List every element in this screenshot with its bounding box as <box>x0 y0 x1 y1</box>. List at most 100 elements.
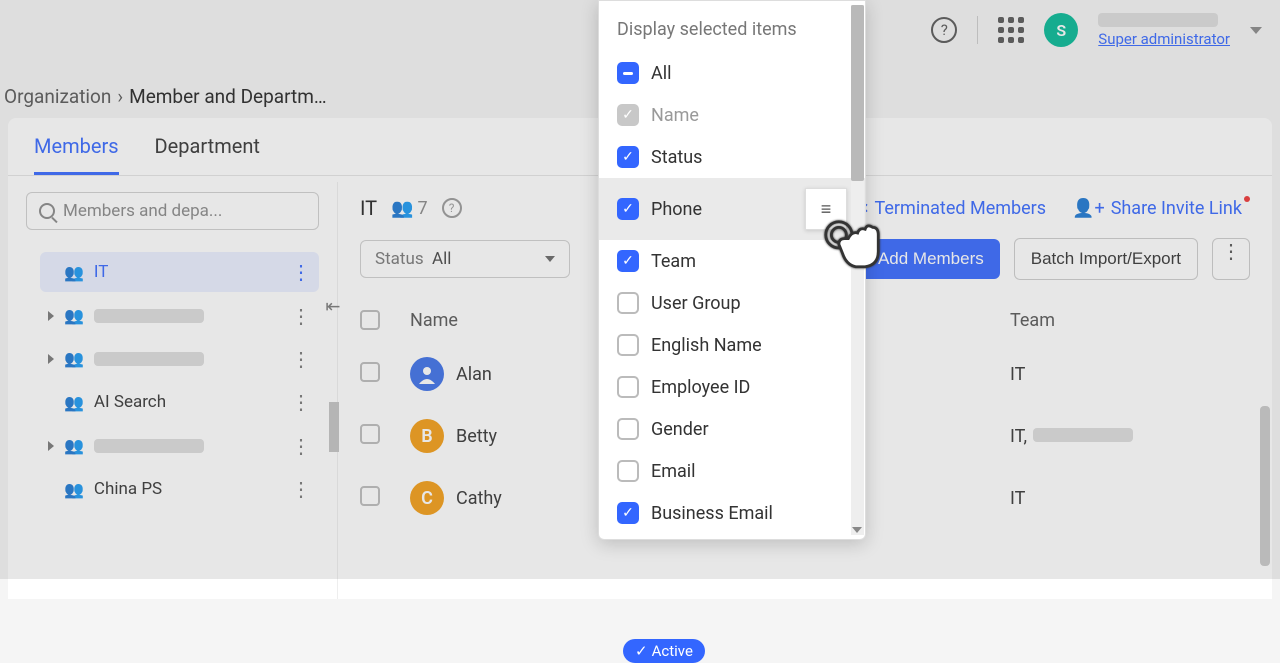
tree-caret-icon[interactable] <box>48 354 54 364</box>
select-all-checkbox[interactable] <box>360 310 380 330</box>
checkbox-icon[interactable] <box>617 376 639 398</box>
option-label: English Name <box>651 335 762 356</box>
column-option-english-name[interactable]: English Name <box>599 324 865 366</box>
avatar: C <box>410 481 444 515</box>
tab-members[interactable]: Members <box>34 134 119 175</box>
column-option-phone[interactable]: ✓ Phone ≡ <box>599 178 865 240</box>
people-icon: 👥 <box>64 306 84 325</box>
row-checkbox[interactable] <box>360 486 380 506</box>
user-role-label: Super administrator <box>1098 30 1230 48</box>
option-label: Status <box>651 147 702 168</box>
team-label: IT, <box>1010 426 1027 447</box>
sidebar-item-menu-icon[interactable]: ⋮ <box>291 440 311 452</box>
checkbox-icon[interactable]: ✓ <box>617 146 639 168</box>
search-input[interactable]: Members and depa... <box>26 192 319 230</box>
column-option-user-group[interactable]: User Group <box>599 282 865 324</box>
table-scrollbar[interactable] <box>1260 406 1270 566</box>
column-option-name[interactable]: Name <box>599 94 865 136</box>
column-option-all[interactable]: All <box>599 52 865 94</box>
user-avatar[interactable]: S <box>1044 13 1078 47</box>
scroll-down-icon[interactable] <box>852 527 862 533</box>
column-option-status[interactable]: ✓ Status <box>599 136 865 178</box>
checkbox-icon[interactable]: ✓ <box>617 250 639 272</box>
checkbox-icon[interactable] <box>617 104 639 126</box>
option-label: Gender <box>651 419 709 440</box>
column-option-gender[interactable]: Gender <box>599 408 865 450</box>
people-icon: 👥 <box>64 393 84 412</box>
sidebar-item-menu-icon[interactable]: ⋮ <box>291 310 311 322</box>
sidebar-item-AI Search[interactable]: 👥AI Search⋮ <box>40 382 319 422</box>
apps-grid-icon[interactable] <box>998 17 1024 43</box>
batch-import-export-button[interactable]: Batch Import/Export <box>1014 238 1198 280</box>
redacted-label <box>94 309 204 323</box>
column-option-business-email[interactable]: ✓Business Email <box>599 492 865 534</box>
share-invite-link[interactable]: 👤+ Share Invite Link <box>1072 198 1250 219</box>
drag-handle-icon[interactable]: ≡ <box>805 188 847 230</box>
status-filter-label: Status <box>375 249 424 269</box>
option-label: Name <box>651 105 699 126</box>
breadcrumb-root[interactable]: Organization <box>4 85 111 108</box>
people-icon: 👥 <box>64 263 84 282</box>
avatar <box>410 357 444 391</box>
user-name-redacted <box>1098 13 1218 27</box>
add-members-button[interactable]: + Add Members <box>846 239 1000 279</box>
checkbox-icon[interactable]: ✓ <box>617 502 639 524</box>
breadcrumb-separator: › <box>117 85 123 108</box>
popover-scrollbar-thumb[interactable] <box>851 5 864 181</box>
status-filter-select[interactable]: Status All <box>360 240 570 278</box>
column-settings-popover: Display selected items All Name ✓ Status ✓ Ph… <box>598 0 866 540</box>
status-filter-value: All <box>432 249 451 269</box>
column-team: Team <box>1010 310 1250 335</box>
popover-title: Display selected items <box>599 13 865 52</box>
column-option-team[interactable]: ✓Team <box>599 240 865 282</box>
member-name: Alan <box>456 364 492 385</box>
chevron-down-icon <box>545 256 555 262</box>
checkbox-icon[interactable] <box>617 292 639 314</box>
checkbox-icon[interactable]: ✓ <box>617 198 639 220</box>
terminated-members-link[interactable]: 👤× Terminated Members <box>836 198 1046 219</box>
share-invite-label: Share Invite Link <box>1111 198 1242 219</box>
checkbox-icon[interactable] <box>617 62 639 84</box>
sidebar-item-menu-icon[interactable]: ⋮ <box>291 266 311 278</box>
row-checkbox[interactable] <box>360 362 380 382</box>
user-role[interactable]: Super administrator <box>1098 13 1230 48</box>
tree-caret-icon[interactable] <box>48 441 54 451</box>
team-label: IT <box>1010 364 1025 385</box>
sidebar-item-China PS[interactable]: 👥China PS⋮ <box>40 469 319 509</box>
option-label: All <box>651 63 672 84</box>
checkbox-icon[interactable] <box>617 418 639 440</box>
tree-caret-icon[interactable] <box>48 311 54 321</box>
sidebar-item-label: IT <box>94 262 109 282</box>
sidebar-item-menu-icon[interactable]: ⋮ <box>291 353 311 365</box>
add-members-label: Add Members <box>878 249 984 269</box>
sidebar-item-dept-4[interactable]: 👥⋮ <box>40 426 319 465</box>
help-icon[interactable]: ? <box>931 17 957 43</box>
sidebar-item-IT[interactable]: 👥 IT ⋮ <box>40 252 319 292</box>
member-name: Cathy <box>456 488 502 509</box>
checkbox-icon[interactable] <box>617 334 639 356</box>
sidebar-item-menu-icon[interactable]: ⋮ <box>291 483 311 495</box>
column-option-employee-id[interactable]: Employee ID <box>599 366 865 408</box>
team-label: IT <box>1010 488 1025 509</box>
option-label: Phone <box>651 199 702 220</box>
avatar: B <box>410 419 444 453</box>
option-label: Email <box>651 461 696 482</box>
more-actions-button[interactable]: ⋮ <box>1212 238 1250 280</box>
checkbox-icon[interactable] <box>617 460 639 482</box>
sidebar-item-dept-2[interactable]: 👥⋮ <box>40 339 319 378</box>
people-icon: 👥 <box>64 436 84 455</box>
column-option-email[interactable]: Email <box>599 450 865 492</box>
tab-department[interactable]: Department <box>155 134 260 175</box>
row-checkbox[interactable] <box>360 424 380 444</box>
question-icon[interactable]: ? <box>442 198 462 218</box>
status-badge-label: Active <box>652 642 693 660</box>
members-icon: 👥 <box>391 198 413 219</box>
sidebar-item-menu-icon[interactable]: ⋮ <box>291 396 311 408</box>
collapse-sidebar-icon[interactable]: ⇥ <box>322 296 344 318</box>
member-name: Betty <box>456 426 497 447</box>
search-placeholder: Members and depa... <box>63 201 222 221</box>
terminated-members-label: Terminated Members <box>875 198 1047 219</box>
chevron-down-icon[interactable] <box>1250 27 1262 34</box>
sidebar-item-label: China PS <box>94 479 162 499</box>
sidebar-item-dept-1[interactable]: 👥⋮ <box>40 296 319 335</box>
